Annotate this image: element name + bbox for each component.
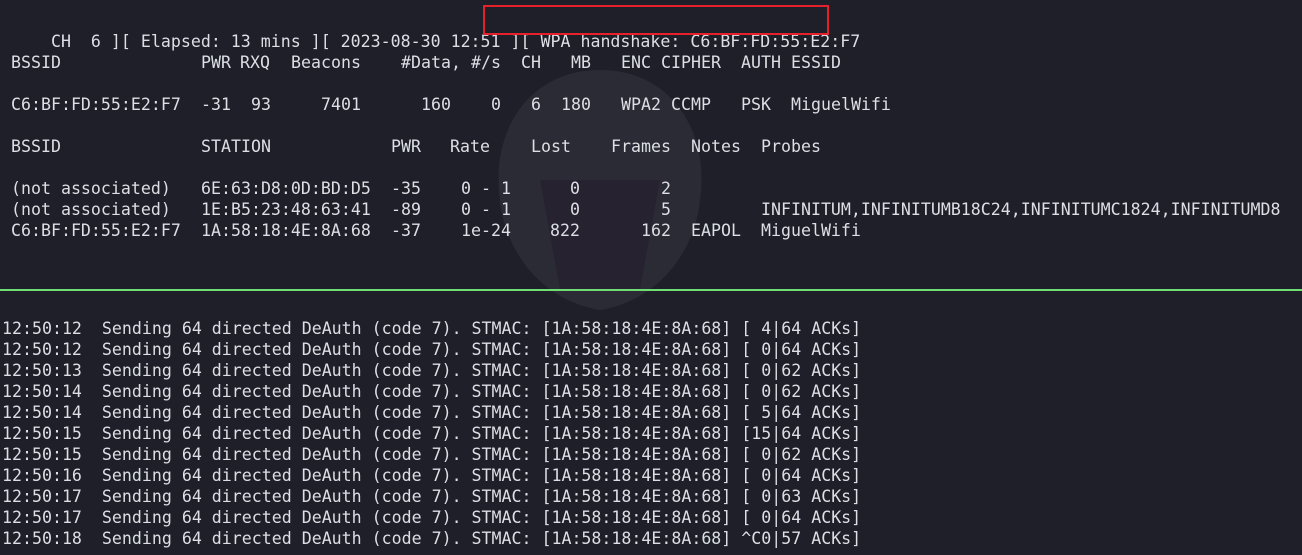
sta-col-frames: Frames [611,137,671,156]
sta-rate: 0 - 1 [461,179,511,198]
sta-col-pwr: PWR [391,137,421,156]
ap-table-row: C6:BF:FD:55:E2:F7 -31 93 7401 160 0 6 18… [11,94,1301,115]
sta-lost: 0 [570,179,580,198]
aireplay-pane: 12:50:12 Sending 64 directed DeAuth (cod… [0,292,1302,555]
sta-probes: MiguelWifi [761,221,861,240]
station-table-header: BSSID STATION PWR Rate Lost Frames Notes… [11,136,1301,157]
station-row: (not associated) 6E:63:D8:0D:BD:D5 -35 0… [11,178,1301,199]
station-row: (not associated) 1E:B5:23:48:63:41 -89 0… [11,199,1301,220]
ap-essid: MiguelWifi [791,95,891,114]
ap-col-ch: CH [521,53,541,72]
sta-bssid: C6:BF:FD:55:E2:F7 [11,221,181,240]
ap-enc: WPA2 [621,95,661,114]
ap-cipher: CCMP [671,95,711,114]
ap-mb: 180 [561,95,591,114]
sta-probes: INFINITUM,INFINITUMB18C24,INFINITUMC1824… [761,200,1281,219]
sta-col-notes: Notes [691,137,741,156]
sta-frames: 162 [641,221,671,240]
ap-col-auth: AUTH [741,53,781,72]
pane-divider [0,289,1302,291]
ap-col-cipher: CIPHER [661,53,721,72]
sta-frames: 2 [661,179,671,198]
sta-col-lost: Lost [531,137,571,156]
sta-station: 1A:58:18:4E:8A:68 [201,221,371,240]
sta-pwr: -89 [391,200,421,219]
ap-ch: 6 [531,95,541,114]
sta-station: 1E:B5:23:48:63:41 [201,200,371,219]
ap-col-beacons: Beacons [291,53,361,72]
ap-data: 160 [421,95,451,114]
ap-rate: 0 [491,95,501,114]
deauth-log-line: 12:50:14 Sending 64 directed DeAuth (cod… [2,403,862,422]
sta-station: 6E:63:D8:0D:BD:D5 [201,179,371,198]
sta-col-probes: Probes [761,137,821,156]
airodump-pane: CH 6 ][ Elapsed: 13 mins ][ 2023-08-30 1… [0,0,1302,310]
deauth-log-line: 12:50:15 Sending 64 directed DeAuth (cod… [2,424,862,443]
status-channel-elapsed: CH 6 ][ Elapsed: 13 mins ][ 2023-08-30 1… [50,32,521,51]
ap-auth: PSK [741,95,771,114]
sta-rate: 0 - 1 [461,200,511,219]
ap-col-mb: MB [571,53,591,72]
sta-lost: 822 [550,221,580,240]
ap-beacons: 7401 [321,95,361,114]
deauth-log-line: 12:50:17 Sending 64 directed DeAuth (cod… [2,487,862,506]
ap-col-pwr: PWR [201,53,231,72]
ap-bssid: C6:BF:FD:55:E2:F7 [11,95,181,114]
ap-rxq: 93 [251,95,271,114]
ap-pwr: -31 [201,95,231,114]
sta-bssid: (not associated) [11,179,171,198]
sta-lost: 0 [570,200,580,219]
sta-rate: 1e-24 [461,221,511,240]
deauth-log-line: 12:50:12 Sending 64 directed DeAuth (cod… [2,340,862,359]
sta-col-rate: Rate [450,137,490,156]
deauth-log-line: 12:50:12 Sending 64 directed DeAuth (cod… [2,319,862,338]
deauth-log-line: 12:50:16 Sending 64 directed DeAuth (cod… [2,466,862,485]
ap-col-rate: #/s [471,53,501,72]
sta-notes: EAPOL [691,221,741,240]
deauth-log-line: 12:50:14 Sending 64 directed DeAuth (cod… [2,382,862,401]
ap-col-rxq: RXQ [240,53,270,72]
ap-col-bssid: BSSID [11,53,61,72]
deauth-log-line: 12:50:13 Sending 64 directed DeAuth (cod… [2,361,862,380]
deauth-log-line: 12:50:15 Sending 64 directed DeAuth (cod… [2,445,862,464]
deauth-log-line: 12:50:18 Sending 64 directed DeAuth (cod… [2,529,862,548]
sta-col-station: STATION [201,137,271,156]
ap-col-data: #Data, [401,53,461,72]
ap-table-header: BSSID PWR RXQ Beacons #Data, #/s CH MB E… [11,52,1301,73]
sta-frames: 5 [661,200,671,219]
station-row: C6:BF:FD:55:E2:F7 1A:58:18:4E:8A:68 -37 … [11,220,1301,241]
sta-pwr: -35 [391,179,421,198]
ap-col-essid: ESSID [791,53,841,72]
sta-bssid: (not associated) [11,200,171,219]
sta-col-bssid: BSSID [11,137,61,156]
handshake-highlight-box [483,5,829,35]
deauth-log-line: 12:50:17 Sending 64 directed DeAuth (cod… [2,508,862,527]
ap-col-enc: ENC [621,53,651,72]
sta-pwr: -37 [391,221,421,240]
